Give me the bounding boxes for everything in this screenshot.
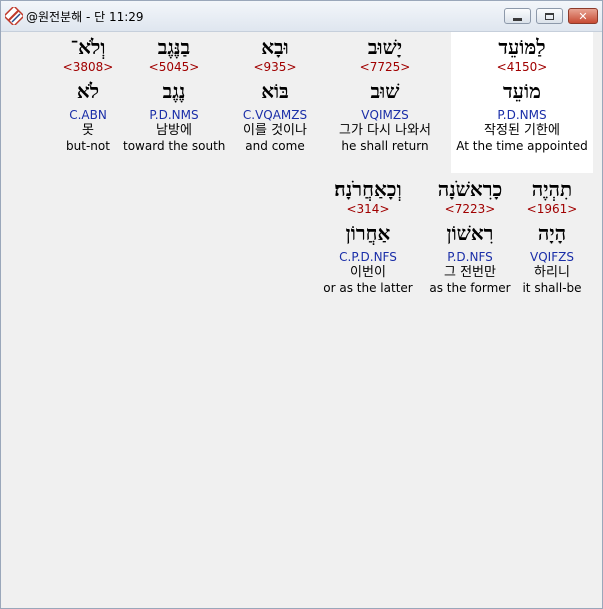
korean-gloss: 못 <box>82 123 94 138</box>
strong-number[interactable]: <5045> <box>123 60 225 74</box>
hebrew-word: יָשׁוּב <box>367 35 403 59</box>
morphology-code: VQIFZS <box>530 250 574 264</box>
hebrew-word: וּבָא <box>261 35 289 59</box>
word-cell[interactable]: יָשׁוּב <7725> שׁוּב VQIMZS 그가 다시 나와서 he… <box>326 34 444 153</box>
korean-gloss: 그가 다시 나와서 <box>339 123 431 138</box>
close-button[interactable]: ✕ <box>568 8 598 24</box>
word-cell[interactable]: תִהְיֶה <1961> הָיָה VQIFZS 하리니 it shall… <box>517 176 587 295</box>
maximize-icon <box>545 12 554 20</box>
strong-number[interactable]: <7223> <box>425 202 515 216</box>
word-cell[interactable]: בַנֶּגֶב <5045> נֶגֶב P.D.NMS 남방에 toward… <box>123 34 225 153</box>
hebrew-word: בַנֶּגֶב <box>157 35 191 59</box>
app-window: @원전분해 - 단 11:29 ✕ לַמּוֹעֵד <4150> מוֹעֵ… <box>0 0 603 609</box>
hebrew-word: תִהְיֶה <box>531 177 573 201</box>
korean-gloss: 그 전번만 <box>444 265 496 280</box>
morphology-code: C.ABN <box>69 108 107 122</box>
lemma: לֹא <box>76 79 100 103</box>
hebrew-word: וְלֹא־ <box>70 35 106 59</box>
strong-number[interactable]: <314> <box>317 202 419 216</box>
english-gloss: as the former <box>429 281 511 295</box>
word-cell[interactable]: וּבָא <935> בּוֹא C.VQAMZS 이를 것이나 and co… <box>231 34 319 153</box>
strong-number[interactable]: <3808> <box>59 60 117 74</box>
lemma: הָיָה <box>537 221 567 245</box>
korean-gloss: 이를 것이나 <box>243 123 307 138</box>
english-gloss: it shall-be <box>522 281 582 295</box>
strong-number[interactable]: <7725> <box>326 60 444 74</box>
english-gloss: or as the latter <box>323 281 413 295</box>
hebrew-word: כָרִאשֹׁנָה <box>437 177 503 201</box>
word-cell[interactable]: וְלֹא־ <3808> לֹא C.ABN 못 but-not <box>59 34 117 153</box>
lemma: בּוֹא <box>261 79 289 103</box>
lemma: נֶגֶב <box>162 79 186 103</box>
lemma: רִאשׁוֹן <box>446 221 494 245</box>
korean-gloss: 이번이 <box>350 265 386 280</box>
korean-gloss: 작정된 기한에 <box>484 123 560 138</box>
lemma: שׁוּב <box>370 79 400 103</box>
korean-gloss: 하리니 <box>534 265 570 280</box>
english-gloss: and come <box>245 139 305 153</box>
window-title: @원전분해 - 단 11:29 <box>26 10 144 24</box>
strong-number[interactable]: <4150> <box>452 60 592 74</box>
morphology-code: C.VQAMZS <box>242 108 308 122</box>
word-cell[interactable]: לַמּוֹעֵד <4150> מוֹעֵד P.D.NMS 작정된 기한에 … <box>452 34 592 153</box>
korean-gloss: 남방에 <box>156 123 192 138</box>
english-gloss: toward the south <box>123 139 226 153</box>
word-cell[interactable]: וְכָאַחֲרֹנָה׃ <314> אַחֲרוֹן C.P.D.NFS … <box>317 176 419 295</box>
word-cell[interactable]: כָרִאשֹׁנָה <7223> רִאשׁוֹן P.D.NFS 그 전번… <box>425 176 515 295</box>
lemma: אַחֲרוֹן <box>345 221 391 245</box>
english-gloss: he shall return <box>341 139 429 153</box>
english-gloss: At the time appointed <box>456 139 588 153</box>
app-logo-icon <box>5 7 23 25</box>
morphology-code: P.D.NMS <box>149 108 199 122</box>
hebrew-word: וְכָאַחֲרֹנָה׃ <box>334 177 402 201</box>
maximize-button[interactable] <box>536 8 563 24</box>
strong-number[interactable]: <1961> <box>517 202 587 216</box>
strong-number[interactable]: <935> <box>231 60 319 74</box>
morphology-code: C.P.D.NFS <box>339 250 397 264</box>
hebrew-word: לַמּוֹעֵד <box>498 35 546 59</box>
interlinear-view[interactable]: לַמּוֹעֵד <4150> מוֹעֵד P.D.NMS 작정된 기한에 … <box>5 32 599 606</box>
minimize-button[interactable] <box>504 8 531 24</box>
close-icon: ✕ <box>578 9 588 23</box>
morphology-code: P.D.NMS <box>497 108 547 122</box>
minimize-icon <box>513 17 522 21</box>
lemma: מוֹעֵד <box>503 79 541 103</box>
title-bar[interactable]: @원전분해 - 단 11:29 ✕ <box>1 1 602 32</box>
morphology-code: P.D.NFS <box>447 250 493 264</box>
morphology-code: VQIMZS <box>361 108 409 122</box>
english-gloss: but-not <box>66 139 110 153</box>
